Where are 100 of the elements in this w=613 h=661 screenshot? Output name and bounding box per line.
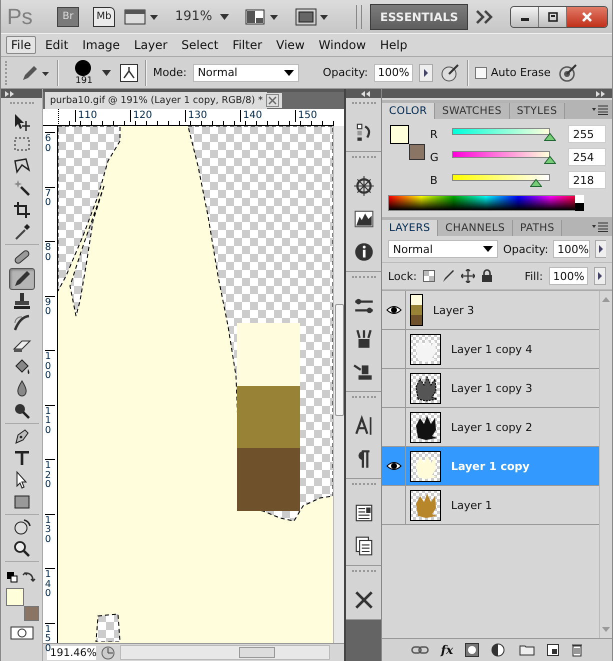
airbrush-pressure-icon[interactable] xyxy=(438,62,461,84)
layer-row[interactable]: Layer 1 copy 4 xyxy=(382,330,599,369)
blend-mode-dropdown[interactable]: Normal xyxy=(388,240,498,258)
layer-thumbnail xyxy=(410,334,441,364)
lock-position-icon[interactable] xyxy=(460,269,475,283)
rotate-icon xyxy=(12,517,32,537)
double-chevron-icon[interactable] xyxy=(476,10,494,24)
slider-thumb[interactable] xyxy=(530,179,542,187)
menu-item[interactable]: Filter xyxy=(227,36,268,54)
trash-icon[interactable] xyxy=(571,643,584,657)
panel-tab[interactable]: STYLES xyxy=(510,103,566,119)
close-icon[interactable] xyxy=(266,93,282,108)
character-icon[interactable] xyxy=(352,415,374,437)
menu-item[interactable]: Edit xyxy=(40,36,74,54)
layer-row[interactable]: Layer 1 xyxy=(382,486,599,525)
panel-tab[interactable]: COLOR xyxy=(382,103,436,119)
layer-name[interactable]: Layer 1 xyxy=(451,498,492,512)
fill-field[interactable]: 100% xyxy=(549,267,588,285)
minimize-icon xyxy=(520,18,528,21)
layer-row[interactable]: Layer 1 copy 3 xyxy=(382,369,599,408)
link-layers-icon[interactable] xyxy=(410,645,429,655)
lock-pixels-icon[interactable] xyxy=(440,269,455,283)
layer-mask-icon[interactable] xyxy=(465,643,480,657)
color-spectrum-bar[interactable] xyxy=(388,195,584,211)
view-extras-icon[interactable] xyxy=(123,6,159,26)
layer-name[interactable]: Layer 3 xyxy=(433,304,474,316)
folder-icon[interactable] xyxy=(519,644,536,656)
background-color-swatch[interactable] xyxy=(409,144,425,160)
menu-item[interactable]: Window xyxy=(314,36,371,54)
mode-dropdown[interactable]: Normal xyxy=(192,64,299,82)
eye-icon[interactable] xyxy=(386,305,402,315)
caret-icon xyxy=(483,246,494,252)
menu-item[interactable]: Help xyxy=(374,36,412,54)
panel-tab[interactable]: CHANNELS xyxy=(438,220,513,236)
panel-tab[interactable]: SWATCHES xyxy=(435,103,510,119)
layer-thumbnail xyxy=(410,450,441,482)
pencil-tool-button[interactable] xyxy=(8,268,34,290)
menu-item[interactable]: File xyxy=(6,36,36,54)
channel-value-field[interactable]: 218 xyxy=(568,171,606,189)
restore-button[interactable] xyxy=(539,6,567,26)
mini-bridge-button[interactable]: Mb xyxy=(93,6,115,26)
panel-menu-icon[interactable] xyxy=(592,105,608,115)
panel-tab[interactable]: LAYERS xyxy=(382,220,438,236)
ruler-label: 90 xyxy=(45,296,54,316)
layer-name[interactable]: Layer 1 copy 2 xyxy=(451,420,532,434)
app-logo: Ps xyxy=(7,4,34,30)
lock-transparency-icon[interactable] xyxy=(422,270,435,282)
lock-icon[interactable] xyxy=(480,269,493,283)
opacity-label: Opacity: xyxy=(322,66,368,79)
layer-name[interactable]: Layer 1 copy 3 xyxy=(451,382,532,394)
channel-label: B xyxy=(430,174,439,186)
layer-style-button[interactable]: fx xyxy=(440,643,454,657)
history-icon xyxy=(12,313,32,333)
zoom-level[interactable]: 191% xyxy=(175,9,212,24)
info-icon[interactable] xyxy=(352,241,374,263)
caret-icon xyxy=(284,70,294,76)
minimize-button[interactable] xyxy=(511,6,539,26)
histogram-icon[interactable] xyxy=(352,208,374,230)
status-menu-icon[interactable] xyxy=(100,644,116,660)
layer-row[interactable]: Layer 3 xyxy=(382,291,599,330)
foreground-color-swatch[interactable] xyxy=(390,125,409,144)
quick-mask-icon[interactable] xyxy=(10,626,34,640)
auto-erase-checkbox[interactable]: Auto Erase xyxy=(474,66,551,79)
adjustment-layer-icon[interactable] xyxy=(491,643,508,657)
caret-icon[interactable] xyxy=(101,68,113,76)
menu-item[interactable]: Select xyxy=(176,36,224,54)
arrange-documents-icon[interactable] xyxy=(244,6,280,26)
vertical-scrollbar[interactable] xyxy=(333,126,344,643)
opacity-field[interactable]: 100% xyxy=(374,64,413,82)
background-color-swatch[interactable] xyxy=(24,606,38,621)
workspace-button[interactable]: ESSENTIALS xyxy=(370,4,468,30)
menu-item[interactable]: View xyxy=(271,36,310,54)
panel-tab[interactable]: PATHS xyxy=(512,220,562,236)
foreground-color-swatch[interactable] xyxy=(6,588,24,606)
channel-value-field[interactable]: 255 xyxy=(568,125,606,143)
new-layer-icon[interactable] xyxy=(547,644,560,656)
slider-thumb[interactable] xyxy=(544,156,556,164)
horizontal-scrollbar[interactable] xyxy=(120,645,330,660)
opacity-field[interactable]: 100% xyxy=(553,240,590,258)
ruler-label: 60 xyxy=(45,132,54,153)
restore-icon xyxy=(548,12,558,22)
eye-icon[interactable] xyxy=(386,461,402,471)
slider-thumb[interactable] xyxy=(544,133,556,141)
menu-item[interactable]: Image xyxy=(77,36,125,54)
menu-item[interactable]: Layer xyxy=(128,36,172,54)
channel-label: G xyxy=(430,150,440,164)
caret-icon[interactable] xyxy=(220,12,230,20)
close-button[interactable] xyxy=(567,6,607,26)
layer-thumbnail xyxy=(410,372,441,404)
panel-menu-icon[interactable] xyxy=(592,222,608,232)
ruler-label: 70 xyxy=(45,186,54,208)
opacity-label: Opacity: xyxy=(503,242,548,256)
pressure-size-icon[interactable] xyxy=(556,62,579,84)
brush-panel-icon[interactable] xyxy=(119,62,139,82)
layer-name[interactable]: Layer 1 copy 4 xyxy=(451,342,532,356)
navigator-wheel-icon[interactable] xyxy=(352,175,374,197)
document-tab[interactable]: purba10.gif @ 191% (Layer 1 copy, RGB/8) * xyxy=(45,92,267,109)
screen-mode-icon[interactable] xyxy=(294,6,330,26)
slider-arrow-icon[interactable] xyxy=(594,240,606,258)
channel-value-field[interactable]: 254 xyxy=(568,148,606,166)
